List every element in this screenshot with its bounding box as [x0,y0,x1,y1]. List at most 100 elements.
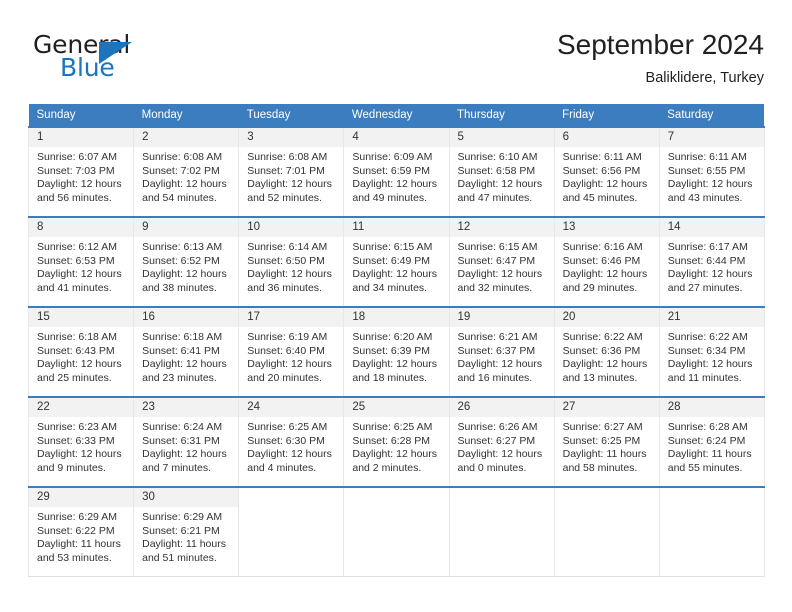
day-details: Sunrise: 6:08 AM Sunset: 7:01 PM Daylight:… [239,147,343,205]
sunrise-text: Sunrise: 6:12 AM [37,241,117,253]
page-title: September 2024 [556,29,764,60]
calendar-day-cell[interactable]: 23 Sunrise: 6:24 AM Sunset: 6:31 PM Dayligh… [133,396,240,488]
daylight-text-line2: and 51 minutes. [142,551,217,564]
calendar-day-cell[interactable]: 22 Sunrise: 6:23 AM Sunset: 6:33 PM Dayligh… [27,396,135,488]
calendar-day-cell[interactable]: 27 Sunrise: 6:27 AM Sunset: 6:25 PM Dayligh… [553,396,660,488]
daylight-text-line2: and 11 minutes. [667,371,742,384]
day-details: Sunrise: 6:29 AM Sunset: 6:22 PM Daylight:… [29,507,133,565]
day-details: Sunrise: 6:15 AM Sunset: 6:49 PM Daylight:… [344,237,448,295]
day-details: Sunrise: 6:15 AM Sunset: 6:47 PM Daylight:… [450,237,554,295]
sunset-text: Sunset: 6:28 PM [352,434,431,447]
daylight-text-line1: Daylight: 12 hours [37,178,122,190]
day-number [554,488,659,507]
day-details: Sunrise: 6:28 AM Sunset: 6:24 PM Daylight:… [660,417,764,475]
day-number: 17 [239,308,344,327]
calendar-day-cell[interactable]: 5 Sunrise: 6:10 AM Sunset: 6:58 PM Daylight… [448,126,555,218]
sunrise-text: Sunrise: 6:22 AM [562,331,643,343]
calendar-day-cell[interactable]: 7 Sunrise: 6:11 AM Sunset: 6:55 PM Daylight… [658,126,765,218]
calendar-day-cell[interactable]: 20 Sunrise: 6:22 AM Sunset: 6:36 PM Dayligh… [553,306,660,398]
sunset-text: Sunset: 6:58 PM [457,164,536,177]
day-number: 5 [449,128,554,147]
day-details: Sunrise: 6:11 AM Sunset: 6:56 PM Daylight:… [555,147,659,205]
sunset-text: Sunset: 6:34 PM [667,344,746,357]
calendar-day-cell[interactable]: 8 Sunrise: 6:12 AM Sunset: 6:53 PM Daylight… [27,216,135,308]
calendar-week-row: 29 Sunrise: 6:29 AM Sunset: 6:22 PM Dayligh… [27,486,765,577]
daylight-text-line1: Daylight: 12 hours [37,358,122,370]
daylight-text-line1: Daylight: 12 hours [142,358,227,370]
calendar-day-cell[interactable]: 28 Sunrise: 6:28 AM Sunset: 6:24 PM Dayligh… [658,396,765,488]
calendar-day-cell[interactable]: 6 Sunrise: 6:11 AM Sunset: 6:56 PM Daylight… [553,126,660,218]
calendar-cell-empty [448,486,555,577]
location-subtitle: Baliklidere, Turkey [645,70,764,86]
sunrise-text: Sunrise: 6:11 AM [562,151,642,163]
day-details: Sunrise: 6:09 AM Sunset: 6:59 PM Daylight:… [344,147,448,205]
daylight-text-line2: and 7 minutes. [142,461,212,474]
daylight-text-line1: Daylight: 12 hours [247,178,332,190]
calendar-day-cell[interactable]: 21 Sunrise: 6:22 AM Sunset: 6:34 PM Dayligh… [658,306,765,398]
sunset-text: Sunset: 6:44 PM [667,254,746,267]
daylight-text-line1: Daylight: 11 hours [562,448,647,460]
calendar-day-cell[interactable]: 16 Sunrise: 6:18 AM Sunset: 6:41 PM Dayligh… [133,306,240,398]
daylight-text-line2: and 53 minutes. [37,551,112,564]
day-number: 14 [659,218,764,237]
daylight-text-line1: Daylight: 12 hours [562,268,648,280]
calendar-day-cell[interactable]: 11 Sunrise: 6:15 AM Sunset: 6:49 PM Dayligh… [343,216,450,308]
calendar-day-cell[interactable]: 19 Sunrise: 6:21 AM Sunset: 6:37 PM Dayligh… [448,306,555,398]
calendar-day-cell[interactable]: 4 Sunrise: 6:09 AM Sunset: 6:59 PM Daylight… [343,126,450,218]
sunrise-text: Sunrise: 6:15 AM [352,241,433,253]
weekday-header-tuesday: Tuesday [238,104,344,127]
calendar-day-cell[interactable]: 24 Sunrise: 6:25 AM Sunset: 6:30 PM Dayligh… [238,396,345,488]
calendar-day-cell[interactable]: 25 Sunrise: 6:25 AM Sunset: 6:28 PM Dayligh… [343,396,450,488]
sunrise-text: Sunrise: 6:29 AM [37,511,117,523]
calendar-day-cell[interactable]: 15 Sunrise: 6:18 AM Sunset: 6:43 PM Dayligh… [27,306,135,398]
calendar-day-cell[interactable]: 9 Sunrise: 6:13 AM Sunset: 6:52 PM Daylight… [133,216,240,308]
daylight-text-line1: Daylight: 12 hours [247,358,332,370]
day-number: 8 [29,218,134,237]
calendar-cell-empty [658,486,765,577]
daylight-text-line1: Daylight: 12 hours [37,448,122,460]
weekday-header-thursday: Thursday [449,104,555,127]
day-details: Sunrise: 6:18 AM Sunset: 6:41 PM Daylight:… [134,327,238,385]
calendar-day-cell[interactable]: 13 Sunrise: 6:16 AM Sunset: 6:46 PM Dayligh… [553,216,660,308]
day-number [344,488,449,507]
daylight-text-line2: and 56 minutes. [37,191,112,204]
daylight-text-line1: Daylight: 12 hours [562,358,648,370]
daylight-text-line2: and 16 minutes. [457,371,533,384]
daylight-text-line2: and 13 minutes. [562,371,638,384]
sunset-text: Sunset: 6:47 PM [457,254,536,267]
sunrise-text: Sunrise: 6:13 AM [142,241,223,253]
weekday-header-monday: Monday [133,104,239,127]
day-number: 4 [344,128,449,147]
daylight-text-line2: and 29 minutes. [562,281,638,294]
calendar-day-cell[interactable]: 14 Sunrise: 6:17 AM Sunset: 6:44 PM Dayligh… [658,216,765,308]
day-details: Sunrise: 6:07 AM Sunset: 7:03 PM Daylight:… [29,147,133,205]
daylight-text-line1: Daylight: 12 hours [352,358,438,370]
calendar-day-cell[interactable]: 26 Sunrise: 6:26 AM Sunset: 6:27 PM Dayligh… [448,396,555,488]
day-number: 3 [239,128,344,147]
calendar-day-cell[interactable]: 12 Sunrise: 6:15 AM Sunset: 6:47 PM Dayligh… [448,216,555,308]
day-number: 26 [449,398,554,417]
calendar-day-cell[interactable]: 30 Sunrise: 6:29 AM Sunset: 6:21 PM Dayligh… [133,486,240,577]
day-details: Sunrise: 6:20 AM Sunset: 6:39 PM Daylight:… [344,327,448,385]
calendar-day-cell[interactable]: 1 Sunrise: 6:07 AM Sunset: 7:03 PM Daylight… [27,126,135,218]
day-details: Sunrise: 6:19 AM Sunset: 6:40 PM Daylight:… [239,327,343,385]
calendar-day-cell[interactable]: 10 Sunrise: 6:14 AM Sunset: 6:50 PM Dayligh… [238,216,345,308]
calendar-day-cell[interactable]: 2 Sunrise: 6:08 AM Sunset: 7:02 PM Daylight… [133,126,240,218]
daylight-text-line1: Daylight: 11 hours [142,538,226,550]
general-blue-logo[interactable]: General Blue [28,30,248,90]
sunrise-text: Sunrise: 6:23 AM [37,421,117,433]
calendar-day-cell[interactable]: 18 Sunrise: 6:20 AM Sunset: 6:39 PM Dayligh… [343,306,450,398]
calendar-day-cell[interactable]: 17 Sunrise: 6:19 AM Sunset: 6:40 PM Dayligh… [238,306,345,398]
daylight-text-line2: and 27 minutes. [667,281,743,294]
daylight-text-line2: and 2 minutes. [352,461,422,474]
calendar-cell-empty [238,486,345,577]
calendar-day-cell[interactable]: 3 Sunrise: 6:08 AM Sunset: 7:01 PM Daylight… [238,126,345,218]
calendar-day-cell[interactable]: 29 Sunrise: 6:29 AM Sunset: 6:22 PM Dayligh… [27,486,135,577]
sunrise-text: Sunrise: 6:11 AM [667,151,747,163]
sunrise-text: Sunrise: 6:18 AM [37,331,117,343]
daylight-text-line2: and 58 minutes. [562,461,638,474]
sunset-text: Sunset: 6:39 PM [352,344,431,357]
daylight-text-line1: Daylight: 12 hours [247,268,332,280]
calendar-table: Sunday Monday Tuesday Wednesday Thursday… [27,104,765,577]
daylight-text-line1: Daylight: 12 hours [667,268,753,280]
